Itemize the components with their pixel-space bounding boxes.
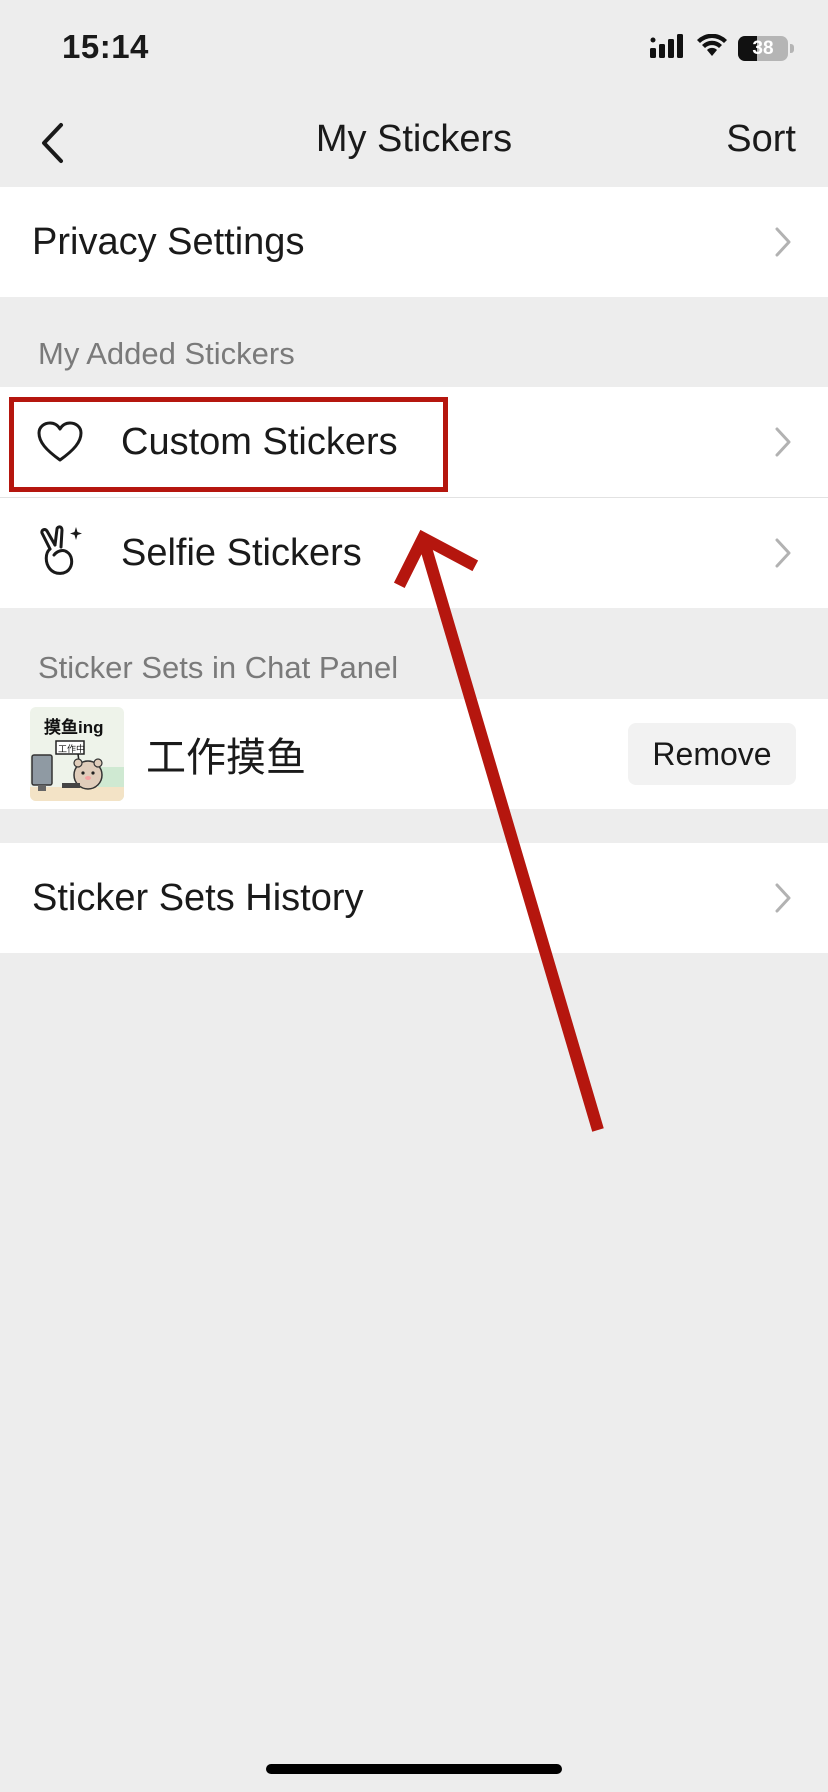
battery-body: 38	[738, 36, 788, 61]
wifi-icon	[696, 33, 728, 63]
home-indicator	[266, 1764, 562, 1774]
chevron-right-icon	[775, 883, 791, 913]
status-icons: 38	[650, 33, 794, 63]
battery-icon: 38	[738, 36, 794, 61]
sticker-sets-history-row[interactable]: Sticker Sets History	[0, 843, 828, 953]
remove-button[interactable]: Remove	[628, 723, 796, 785]
privacy-settings-label: Privacy Settings	[32, 220, 305, 263]
sticker-set-thumbnail: 摸鱼ing 工作中	[30, 707, 124, 801]
battery-tip	[790, 44, 794, 53]
section-header-my-added-stickers: My Added Stickers	[38, 336, 295, 371]
sort-button[interactable]: Sort	[726, 118, 796, 161]
battery-level: 38	[752, 37, 774, 59]
selfie-stickers-label: Selfie Stickers	[121, 531, 362, 574]
victory-hand-sparkle-icon	[34, 525, 86, 578]
status-time: 15:14	[62, 28, 149, 65]
sticker-sets-history-label: Sticker Sets History	[32, 876, 364, 919]
chevron-right-icon	[775, 538, 791, 568]
sticker-thumbnail-sign: 工作中	[58, 745, 86, 755]
annotation-highlight-box	[9, 397, 448, 492]
sticker-set-name: 工作摸鱼	[146, 735, 306, 781]
page-title: My Stickers	[315, 118, 513, 160]
chevron-right-icon	[775, 227, 791, 257]
selfie-stickers-row[interactable]: Selfie Stickers	[0, 498, 828, 608]
chevron-right-icon	[775, 427, 791, 457]
sticker-set-row[interactable]: 摸鱼ing 工作中 工作摸鱼 Remove	[0, 699, 828, 809]
status-bar: 15:14 38	[0, 0, 828, 100]
nav-bar: My Stickers Sort	[0, 100, 828, 186]
privacy-settings-row[interactable]: Privacy Settings	[0, 187, 828, 297]
section-header-sticker-sets-in-chat-panel: Sticker Sets in Chat Panel	[38, 650, 399, 685]
cellular-signal-icon	[650, 34, 686, 63]
